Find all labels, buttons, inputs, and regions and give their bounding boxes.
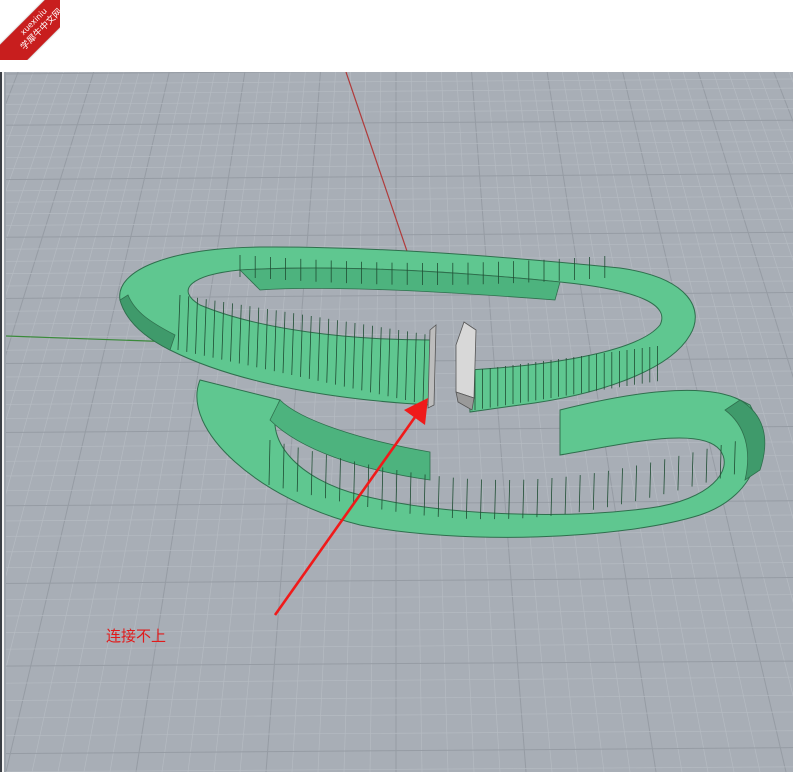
top-white-area (0, 0, 793, 72)
gap-open-edge[interactable] (427, 321, 477, 411)
viewport-left-border (0, 72, 6, 772)
site-watermark-badge: xuexiniu 学犀牛中文网 (0, 0, 60, 60)
watermark-line1: xuexiniu (18, 6, 49, 37)
viewport-canvas[interactable] (0, 72, 793, 772)
perspective-viewport[interactable] (0, 72, 793, 772)
annotation-label: 连接不上 (106, 627, 167, 645)
